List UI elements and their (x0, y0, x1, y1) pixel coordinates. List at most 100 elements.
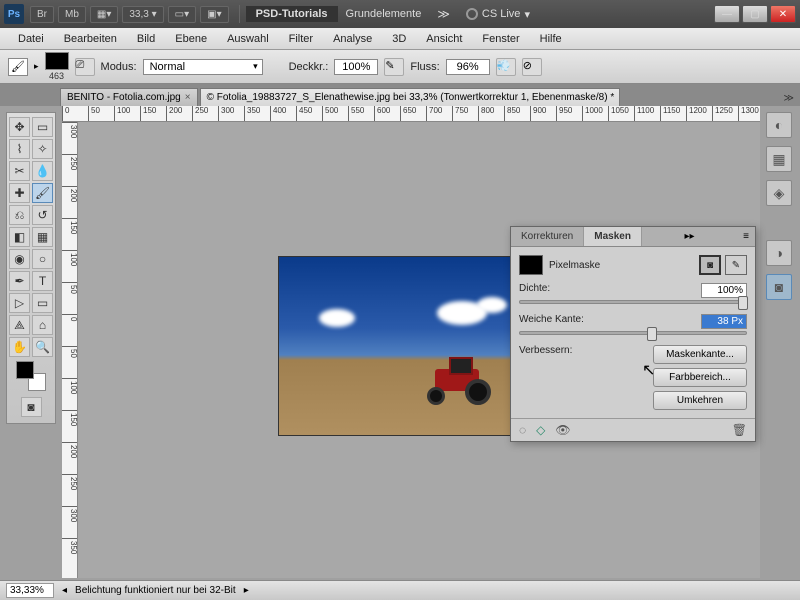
minibridge-icon[interactable]: Mb (58, 6, 86, 23)
panel-menu-icon[interactable]: ≡ (737, 227, 755, 246)
workspace-grundelemente[interactable]: Grundelemente (338, 6, 430, 22)
apply-mask-icon[interactable]: ◇ (536, 423, 545, 437)
screen-mode-icon[interactable]: ▣▾ (200, 6, 228, 23)
zoom-tool[interactable]: 🔍 (32, 337, 53, 357)
adjustments-panel-icon[interactable]: ◑ (766, 240, 792, 266)
menu-ansicht[interactable]: Ansicht (416, 30, 472, 48)
flow-input[interactable] (446, 59, 490, 75)
weiche-kante-input[interactable] (701, 314, 747, 329)
menu-ebene[interactable]: Ebene (165, 30, 217, 48)
masks-panel: Korrekturen Masken ▸▸ ≡ Pixelmaske ◙ ✎ D… (510, 226, 756, 442)
menu-analyse[interactable]: Analyse (323, 30, 382, 48)
gradient-tool[interactable]: ▦ (32, 227, 53, 247)
ruler-horizontal[interactable]: 0501001502002503003504004505005506006507… (62, 106, 760, 122)
swatches-panel-icon[interactable]: ▦ (766, 146, 792, 172)
close-button[interactable]: ✕ (770, 5, 796, 23)
tab-close-icon[interactable]: × (618, 92, 619, 103)
bridge-icon[interactable]: Br (30, 6, 54, 23)
menu-datei[interactable]: Datei (8, 30, 54, 48)
airbrush-icon[interactable]: 💨 (496, 58, 516, 76)
quick-mask-icon[interactable]: ◙ (21, 397, 42, 417)
document-tab-2-label: © Fotolia_19883727_S_Elenathewise.jpg be… (207, 92, 615, 103)
tablet-pressure-icon[interactable]: ⊘ (522, 58, 542, 76)
document-tab-1[interactable]: BENITO - Fotolia.com.jpg × (60, 88, 198, 106)
view-extras-icon[interactable]: ▭▾ (168, 6, 196, 23)
blur-tool[interactable]: ◉ (9, 249, 30, 269)
menu-filter[interactable]: Filter (279, 30, 323, 48)
mask-thumbnail[interactable] (519, 255, 543, 275)
brush-preset-chevron-icon[interactable]: ▸ (34, 61, 39, 72)
load-selection-icon[interactable]: ◌ (519, 423, 526, 437)
vector-mask-button[interactable]: ✎ (725, 255, 747, 275)
workspace-more-icon[interactable]: ≫ (437, 7, 450, 21)
menu-fenster[interactable]: Fenster (472, 30, 529, 48)
weiche-kante-slider[interactable] (519, 331, 747, 335)
panel-collapse-icon[interactable]: ▸▸ (679, 227, 701, 246)
lasso-tool[interactable]: ⌇ (9, 139, 30, 159)
cs-live-button[interactable]: CS Live ▾ (466, 8, 530, 21)
color-panel-icon[interactable]: ◐ (766, 112, 792, 138)
marquee-tool[interactable]: ▭ (32, 117, 53, 137)
healing-brush-tool[interactable]: ✚ (9, 183, 30, 203)
path-selection-tool[interactable]: ▷ (9, 293, 30, 313)
document-tab-2[interactable]: © Fotolia_19883727_S_Elenathewise.jpg be… (200, 88, 620, 106)
tab-masken[interactable]: Masken (584, 227, 642, 246)
history-brush-tool[interactable]: ↺ (32, 205, 53, 225)
maskenkante-button[interactable]: Maskenkante... (653, 345, 747, 364)
crop-tool[interactable]: ✂ (9, 161, 30, 181)
ruler-vertical[interactable]: 30025020015010050050100150200250300350 (62, 122, 78, 578)
menu-bearbeiten[interactable]: Bearbeiten (54, 30, 127, 48)
tab-overflow-icon[interactable]: ≫ (778, 91, 800, 106)
move-tool[interactable]: ✥ (9, 117, 30, 137)
eyedropper-tool[interactable]: 💧 (32, 161, 53, 181)
brush-tool-icon[interactable]: 🖌 (8, 58, 28, 76)
tools-panel: ✥▭ ⌇✧ ✂💧 ✚🖌 ⎌↺ ◧▦ ◉○ ✒T ▷▭ ⟁⌂ ✋🔍 ◙ (6, 112, 56, 424)
dodge-tool[interactable]: ○ (32, 249, 53, 269)
arrange-icon[interactable]: ▦▾ (90, 6, 118, 23)
brush-panel-toggle-icon[interactable]: ⎚ (75, 58, 95, 76)
right-dock: ◐ ▦ ◈ ◑ ◙ (766, 112, 796, 300)
zoom-percent-input[interactable] (6, 583, 54, 598)
foreground-background-swatch[interactable] (16, 361, 46, 391)
masks-panel-icon[interactable]: ◙ (766, 274, 792, 300)
type-tool[interactable]: T (32, 271, 53, 291)
main-menubar: Datei Bearbeiten Bild Ebene Auswahl Filt… (0, 28, 800, 50)
maximize-button[interactable]: ▢ (742, 5, 768, 23)
zoom-level-dropdown[interactable]: 33,3 ▾ (122, 6, 163, 23)
status-arrow-left-icon[interactable]: ◂ (62, 585, 67, 596)
pen-tool[interactable]: ✒ (9, 271, 30, 291)
pixel-mask-button[interactable]: ◙ (699, 255, 721, 275)
shape-tool[interactable]: ▭ (32, 293, 53, 313)
clone-stamp-tool[interactable]: ⎌ (9, 205, 30, 225)
status-arrow-right-icon[interactable]: ▸ (244, 585, 249, 596)
disable-mask-icon[interactable]: 👁 (555, 423, 570, 437)
modus-label: Modus: (101, 61, 137, 73)
menu-hilfe[interactable]: Hilfe (530, 30, 572, 48)
blend-mode-dropdown[interactable]: Normal (143, 59, 263, 75)
tab-close-icon[interactable]: × (185, 92, 191, 103)
menu-3d[interactable]: 3D (382, 30, 416, 48)
magic-wand-tool[interactable]: ✧ (32, 139, 53, 159)
minimize-button[interactable]: — (714, 5, 740, 23)
brush-tool[interactable]: 🖌 (32, 183, 53, 203)
workspace-psd-tutorials[interactable]: PSD-Tutorials (246, 6, 338, 22)
menu-auswahl[interactable]: Auswahl (217, 30, 279, 48)
3d-tool[interactable]: ⟁ (9, 315, 30, 335)
farbbereich-button[interactable]: Farbbereich... (653, 368, 747, 387)
tab-korrekturen[interactable]: Korrekturen (511, 227, 584, 246)
eraser-tool[interactable]: ◧ (9, 227, 30, 247)
status-bar: ◂ Belichtung funktioniert nur bei 32-Bit… (0, 580, 800, 600)
umkehren-button[interactable]: Umkehren (653, 391, 747, 410)
delete-mask-icon[interactable]: 🗑 (732, 423, 747, 437)
brush-preview-swatch[interactable] (45, 52, 69, 70)
menu-bild[interactable]: Bild (127, 30, 165, 48)
image-content (278, 256, 518, 436)
dichte-slider[interactable] (519, 300, 747, 304)
application-titlebar: Ps Br Mb ▦▾ 33,3 ▾ ▭▾ ▣▾ PSD-Tutorials G… (0, 0, 800, 28)
3d-camera-tool[interactable]: ⌂ (32, 315, 53, 335)
opacity-pressure-icon[interactable]: ✎ (384, 58, 404, 76)
opacity-label: Deckkr.: (289, 61, 329, 73)
opacity-input[interactable] (334, 59, 378, 75)
hand-tool[interactable]: ✋ (9, 337, 30, 357)
styles-panel-icon[interactable]: ◈ (766, 180, 792, 206)
